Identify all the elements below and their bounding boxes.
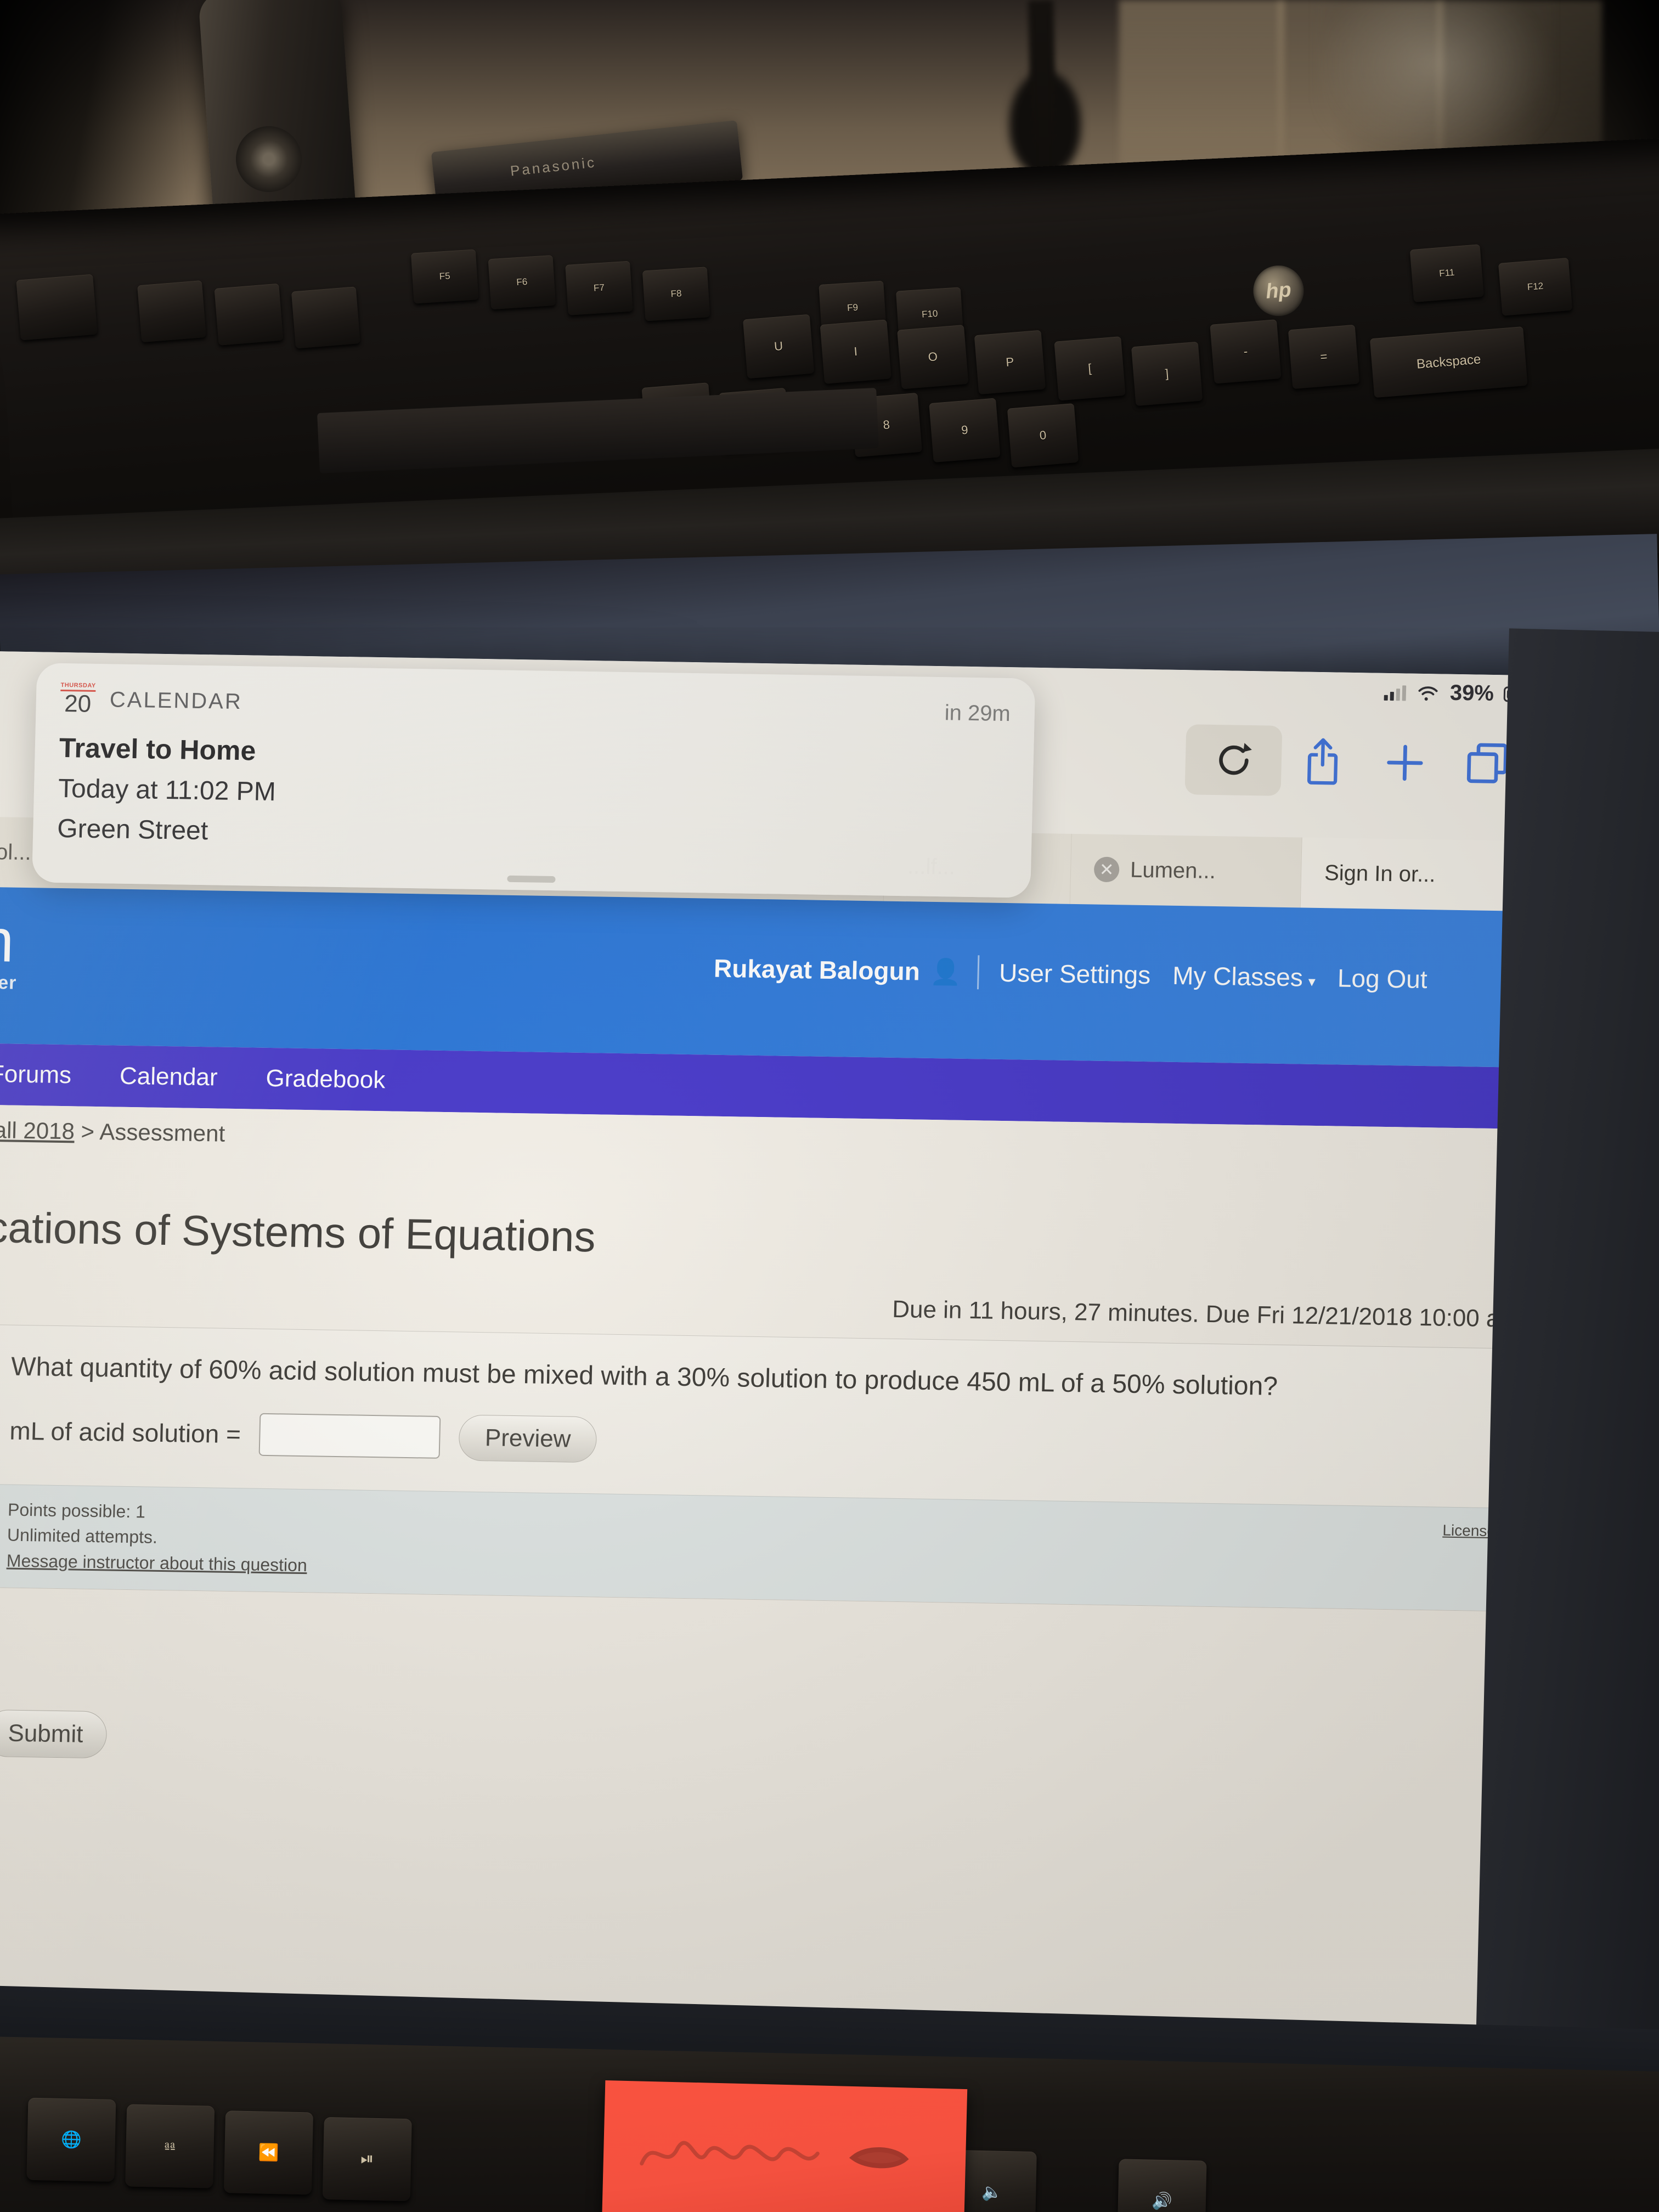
key-f7: F7 [565,261,633,315]
log-out-link[interactable]: Log Out [1337,963,1427,995]
tablet-screen: 39% ...chool... ✕ Lumen... Sign In or...… [0,650,1564,2080]
tab-label: Sign In or... [1324,860,1436,887]
site-header: ohm ...rk manager Rukayat Balogun 👤 User… [0,885,1558,1068]
subnav-item-calendar[interactable]: Calendar [95,1062,242,1092]
notification-relative-time: in 29m [944,701,1011,726]
subnav-item-forums[interactable]: Forums [0,1060,96,1090]
notification-when: Today at 11:02 PM [58,774,276,807]
submit-button[interactable]: Submit [0,1709,108,1759]
key-equals: = [1288,324,1360,390]
breadcrumb-current: Assessment [99,1119,225,1147]
plus-icon [1387,744,1423,781]
handwritten-scribble [640,2141,909,2169]
key-e [214,283,284,346]
page-body: ...30am Fall 2018 > Assessment ...pplica… [0,1103,1553,2079]
page-title: ...pplications of Systems of Equations [0,1201,596,1261]
key-bracket-left: [ [1054,336,1126,401]
header-nav: Rukayat Balogun 👤 User Settings My Class… [713,951,1449,997]
header-divider [977,955,980,990]
subnav-item-gradebook[interactable]: Gradebook [241,1064,410,1094]
cellular-bars-icon [1384,684,1407,701]
chevron-down-icon: ▾ [1308,973,1316,990]
key-u: U [742,314,815,379]
key-play-pause: ⏯ [322,2117,412,2202]
key-f6: F6 [488,255,556,310]
question-card: What quantity of 60% acid solution must … [0,1324,1517,1612]
preview-button[interactable]: Preview [458,1414,597,1463]
message-instructor-link[interactable]: Message instructor about this question [6,1548,308,1578]
key-f8: F8 [642,267,710,321]
key-o: O [897,324,969,390]
key-tab [16,274,98,341]
close-icon[interactable]: ✕ [1093,856,1120,883]
brand-name: ohm [0,905,16,975]
breadcrumb-separator: > [81,1118,95,1144]
battery-percent-label: 39% [1449,680,1494,706]
notification-header: THURSDAY 20 CALENDAR in 29m [60,681,1011,731]
wifi-icon [1418,686,1438,701]
key-keyboard: ⎂ [125,2104,215,2188]
calendar-icon: THURSDAY 20 [60,681,96,718]
notification-title: Travel to Home [59,732,256,766]
brand-tagline: ...rk manager [0,970,17,994]
key-f12: F12 [1498,257,1573,316]
reload-icon [1218,743,1252,775]
key-p: P [974,330,1046,395]
key-w [137,280,207,343]
notification-location: Green Street [57,814,208,846]
panasonic-label: Panasonic [509,154,597,179]
breadcrumb-course-link[interactable]: ...30am Fall 2018 [0,1115,75,1144]
user-settings-link[interactable]: User Settings [998,958,1150,990]
key-r [291,286,360,349]
key-f11: F11 [1409,244,1484,303]
site-logo[interactable]: ohm ...rk manager [0,905,18,994]
key-f5: F5 [410,249,479,304]
reload-button[interactable] [1184,724,1283,796]
tab-label: Lumen... [1130,857,1216,883]
new-tab-button[interactable] [1363,727,1447,798]
my-classes-dropdown[interactable]: My Classes ▾ [1172,961,1316,992]
answer-label: mL of acid solution = [9,1416,241,1449]
glass-object [1317,0,1553,159]
key-bracket-right: ] [1131,341,1203,407]
key-minus: - [1210,319,1282,384]
my-classes-label: My Classes [1172,961,1304,992]
sticky-note [601,2080,968,2212]
notification-app-name: CALENDAR [109,687,243,714]
due-date-text: Due in 11 hours, 27 minutes. Due Fri 12/… [891,1295,1520,1333]
person-icon: 👤 [929,957,962,986]
key-volume-up: 🔊 [1117,2159,1207,2212]
share-button[interactable] [1280,726,1364,797]
calendar-notification-banner[interactable]: THURSDAY 20 CALENDAR in 29m Travel to Ho… [32,663,1036,898]
share-icon [1307,738,1338,785]
key-i: I [820,319,891,384]
key-9: 9 [929,398,1001,462]
key-globe: 🌐 [26,2097,116,2182]
tab-label: ...chool... [0,839,32,865]
key-rewind: ⏪ [223,2111,314,2195]
photo-scene: Panasonic F5 F6 F7 F8 F9 F10 F11 F12 U I… [0,0,1659,2212]
key-0: 0 [1007,403,1079,468]
user-name: Rukayat Balogun [713,953,921,986]
tabs-icon [1466,743,1508,783]
breadcrumb: ...30am Fall 2018 > Assessment [0,1115,225,1147]
calendar-icon-day: 20 [64,690,92,718]
browser-tab[interactable]: ✕ Lumen... [1069,833,1302,908]
notification-grabber-handle[interactable] [507,875,556,883]
key-backspace: Backspace [1369,326,1528,398]
answer-input[interactable] [259,1413,441,1459]
